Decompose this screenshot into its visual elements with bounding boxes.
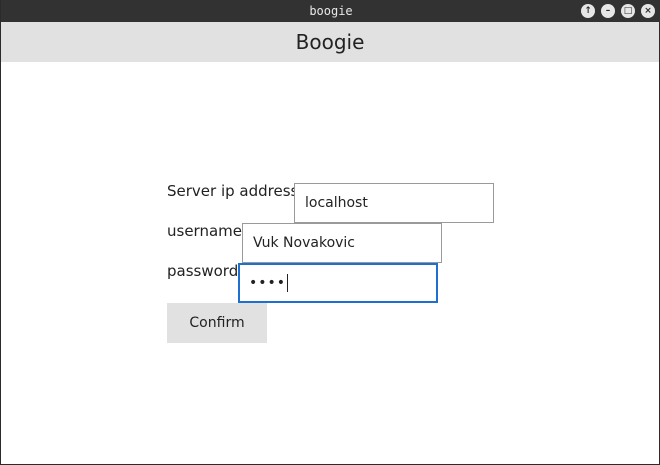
arrow-up-icon[interactable]: ↑ [581, 4, 595, 18]
server-ip-label: Server ip address: [167, 182, 304, 200]
app-window: boogie ↑ – □ × Boogie Server ip address:… [0, 0, 660, 465]
username-input[interactable]: Vuk Novakovic [242, 223, 442, 263]
app-header: Boogie [1, 22, 659, 62]
close-icon[interactable]: × [641, 4, 655, 18]
window-title: boogie [309, 4, 353, 18]
window-titlebar[interactable]: boogie ↑ – □ × [1, 0, 660, 22]
password-label: password: [167, 262, 244, 280]
username-value: Vuk Novakovic [253, 235, 356, 251]
password-masked-value: •••• [249, 275, 287, 291]
confirm-button[interactable]: Confirm [167, 303, 267, 343]
minimize-icon[interactable]: – [601, 4, 615, 18]
username-label: username: [167, 222, 248, 240]
text-caret [287, 274, 289, 292]
server-ip-input[interactable]: localhost [294, 183, 494, 223]
password-input[interactable]: •••• [238, 263, 438, 303]
maximize-icon[interactable]: □ [621, 4, 635, 18]
server-ip-value: localhost [305, 195, 368, 211]
window-controls: ↑ – □ × [581, 4, 655, 18]
page-title: Boogie [295, 30, 365, 54]
